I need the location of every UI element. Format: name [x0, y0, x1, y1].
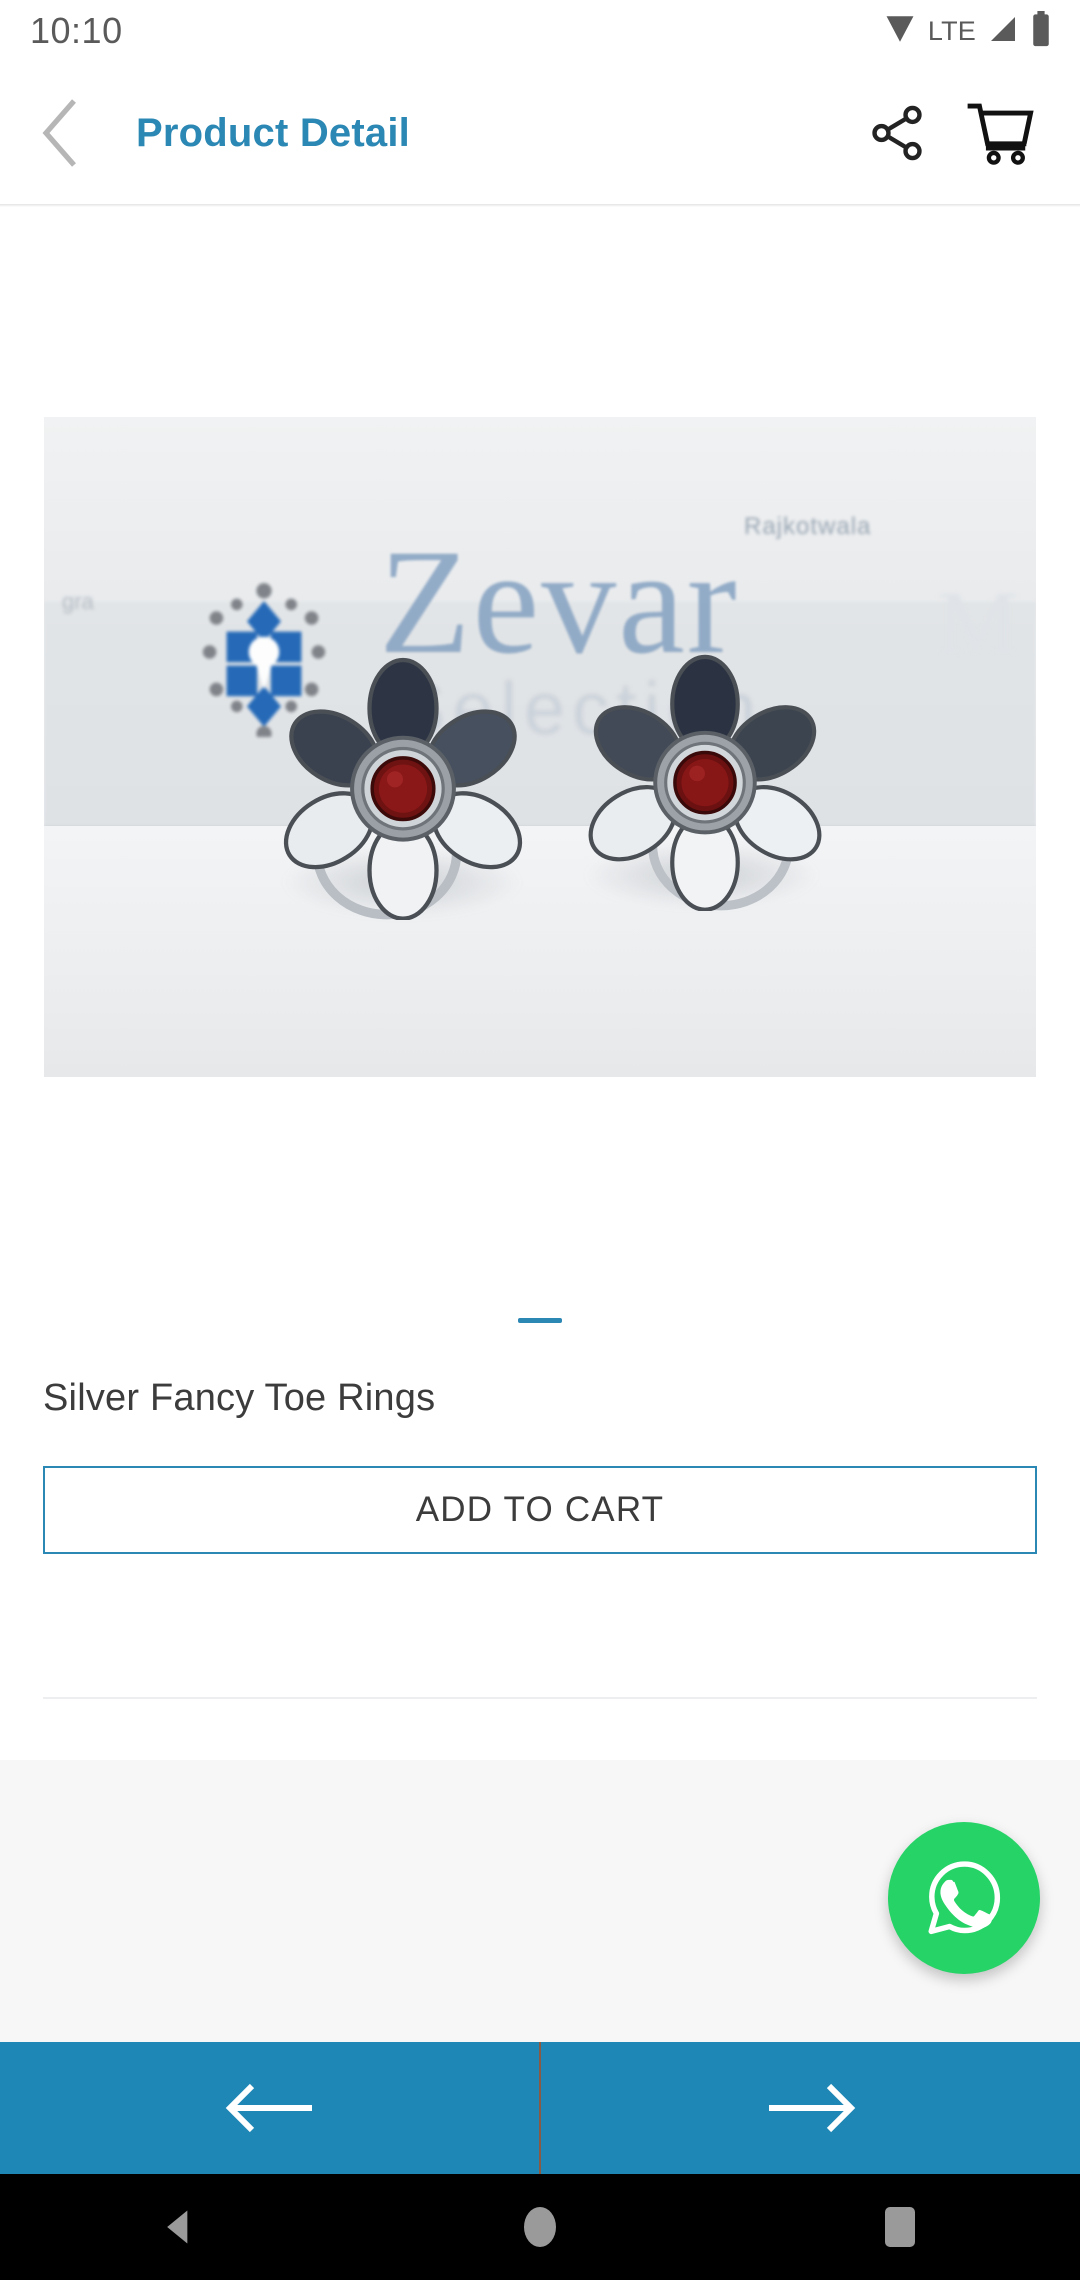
product-detail-screen: 10:10 LTE Product Detail gra Zevar Selec…	[0, 0, 1080, 2280]
carousel-page-indicator[interactable]	[0, 1318, 1080, 1323]
page-title: Product Detail	[136, 110, 410, 155]
circle-home-icon	[524, 2207, 556, 2247]
android-back-button[interactable]	[110, 2174, 250, 2280]
app-bar: Product Detail	[0, 62, 1080, 204]
bottom-navigation-bar	[0, 2042, 1080, 2174]
square-recents-icon	[885, 2207, 915, 2247]
triangle-back-icon	[167, 2210, 188, 2244]
share-button[interactable]	[858, 94, 936, 172]
whatsapp-chat-button[interactable]	[888, 1822, 1040, 1974]
android-navigation-bar	[0, 2174, 1080, 2280]
network-type-label: LTE	[927, 15, 976, 46]
next-product-button[interactable]	[541, 2042, 1080, 2174]
add-to-cart-button[interactable]: ADD TO CART	[43, 1466, 1037, 1554]
battery-icon	[1030, 10, 1052, 52]
brand-tm-text: Rajkotwala	[744, 513, 872, 540]
section-divider	[43, 1697, 1037, 1699]
toe-ring-left	[269, 652, 537, 920]
product-name: Silver Fancy Toe Rings	[43, 1377, 436, 1419]
status-bar: 10:10 LTE	[0, 0, 1080, 62]
cart-button[interactable]	[962, 94, 1040, 172]
image-side-text: gra	[62, 589, 94, 614]
wifi-icon	[883, 12, 917, 51]
app-bar-actions	[858, 94, 1080, 172]
arrow-right-icon	[768, 2083, 855, 2133]
product-image-carousel[interactable]: gra Zevar Selection Rajkotwala M	[0, 207, 1080, 1287]
toe-ring-right	[574, 649, 836, 911]
chevron-left-icon	[42, 99, 76, 167]
add-to-cart-label: ADD TO CART	[415, 1490, 665, 1529]
shopping-cart-icon	[967, 103, 1034, 165]
android-home-button[interactable]	[470, 2174, 610, 2280]
page-indicator-dash[interactable]	[518, 1318, 562, 1323]
brand-faint-mark: M	[937, 574, 1018, 673]
status-icons: LTE	[883, 10, 1052, 52]
android-recents-button[interactable]	[830, 2174, 970, 2280]
previous-product-button[interactable]	[0, 2042, 539, 2174]
arrow-left-icon	[225, 2083, 312, 2133]
back-button[interactable]	[0, 62, 120, 204]
signal-icon	[987, 13, 1019, 50]
share-icon	[872, 105, 922, 161]
product-image[interactable]: gra Zevar Selection Rajkotwala M	[44, 417, 1036, 1077]
image-backdrop-table	[44, 826, 1036, 1077]
whatsapp-icon	[928, 1861, 1001, 1935]
panel-top-spacer	[0, 1700, 1080, 1760]
status-clock: 10:10	[30, 10, 123, 51]
